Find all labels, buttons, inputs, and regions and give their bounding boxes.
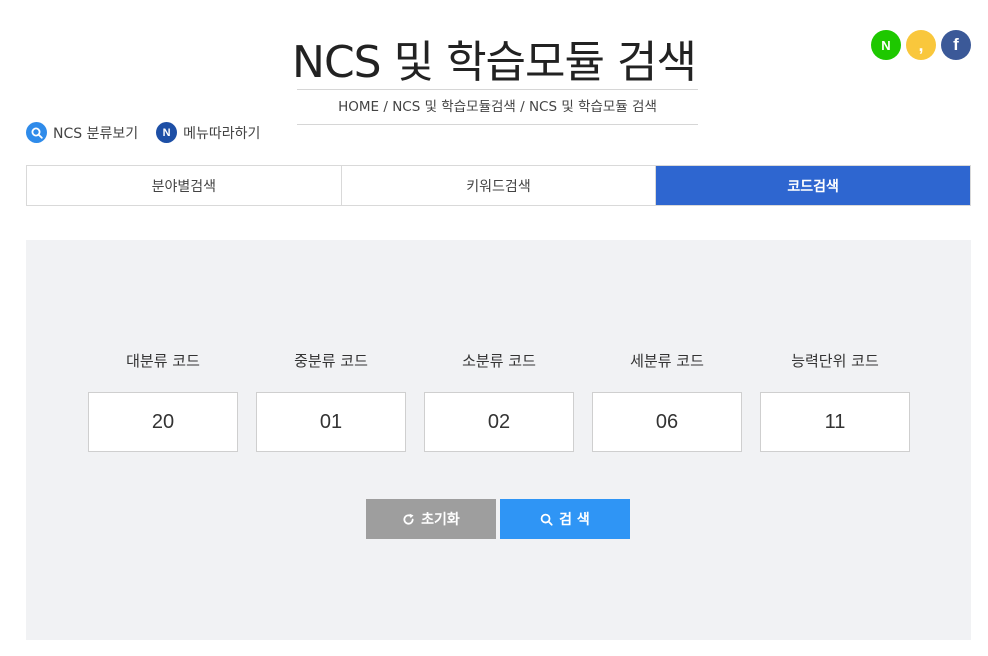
facebook-share-icon[interactable]: f [941,30,971,60]
search-button[interactable]: 검 색 [500,499,630,539]
major-code-label: 대분류 코드 [126,352,200,370]
quicklinks: NCS 분류보기 N 메뉴따라하기 [26,122,260,143]
unit-code-label: 능력단위 코드 [791,352,879,370]
detail-code-label: 세분류 코드 [630,352,704,370]
menu-guide-label: 메뉴따라하기 [183,125,261,142]
unit-code-input[interactable] [760,392,910,452]
detail-code-group: 세분류 코드 [592,350,742,452]
search-label: 검 색 [559,512,590,528]
social-share: N , f [871,30,971,60]
search-tabs: 분야별검색 키워드검색 코드검색 [26,165,971,206]
major-code-input[interactable] [88,392,238,452]
tab-code-search[interactable]: 코드검색 [656,166,971,205]
breadcrumb: HOME / NCS 및 학습모듈검색 / NCS 및 학습모듈 검색 [297,89,698,125]
minor-code-group: 소분류 코드 [424,350,574,452]
refresh-icon [402,513,415,526]
page-title: NCS 및 학습모듈 검색 [292,37,697,88]
search-actions: 초기화 검 색 [366,499,630,539]
code-search-panel: 대분류 코드 중분류 코드 소분류 코드 세분류 코드 능력단위 코드 초기화 [26,240,971,640]
middle-code-label: 중분류 코드 [294,352,368,370]
unit-code-group: 능력단위 코드 [760,350,910,452]
kakao-share-icon[interactable]: , [906,30,936,60]
search-icon [540,513,553,526]
minor-code-label: 소분류 코드 [462,352,536,370]
reset-label: 초기화 [421,512,460,528]
menu-guide-link[interactable]: N 메뉴따라하기 [156,122,260,143]
ncs-category-link[interactable]: NCS 분류보기 [26,122,138,143]
minor-code-input[interactable] [424,392,574,452]
naver-share-icon[interactable]: N [871,30,901,60]
major-code-group: 대분류 코드 [88,350,238,452]
middle-code-group: 중분류 코드 [256,350,406,452]
tab-keyword-search[interactable]: 키워드검색 [342,166,657,205]
middle-code-input[interactable] [256,392,406,452]
tab-field-search[interactable]: 분야별검색 [27,166,342,205]
code-fields: 대분류 코드 중분류 코드 소분류 코드 세분류 코드 능력단위 코드 [88,350,910,452]
ncs-category-label: NCS 분류보기 [53,125,139,142]
detail-code-input[interactable] [592,392,742,452]
search-icon [26,122,47,143]
n-badge-icon: N [156,122,178,143]
reset-button[interactable]: 초기화 [366,499,496,539]
